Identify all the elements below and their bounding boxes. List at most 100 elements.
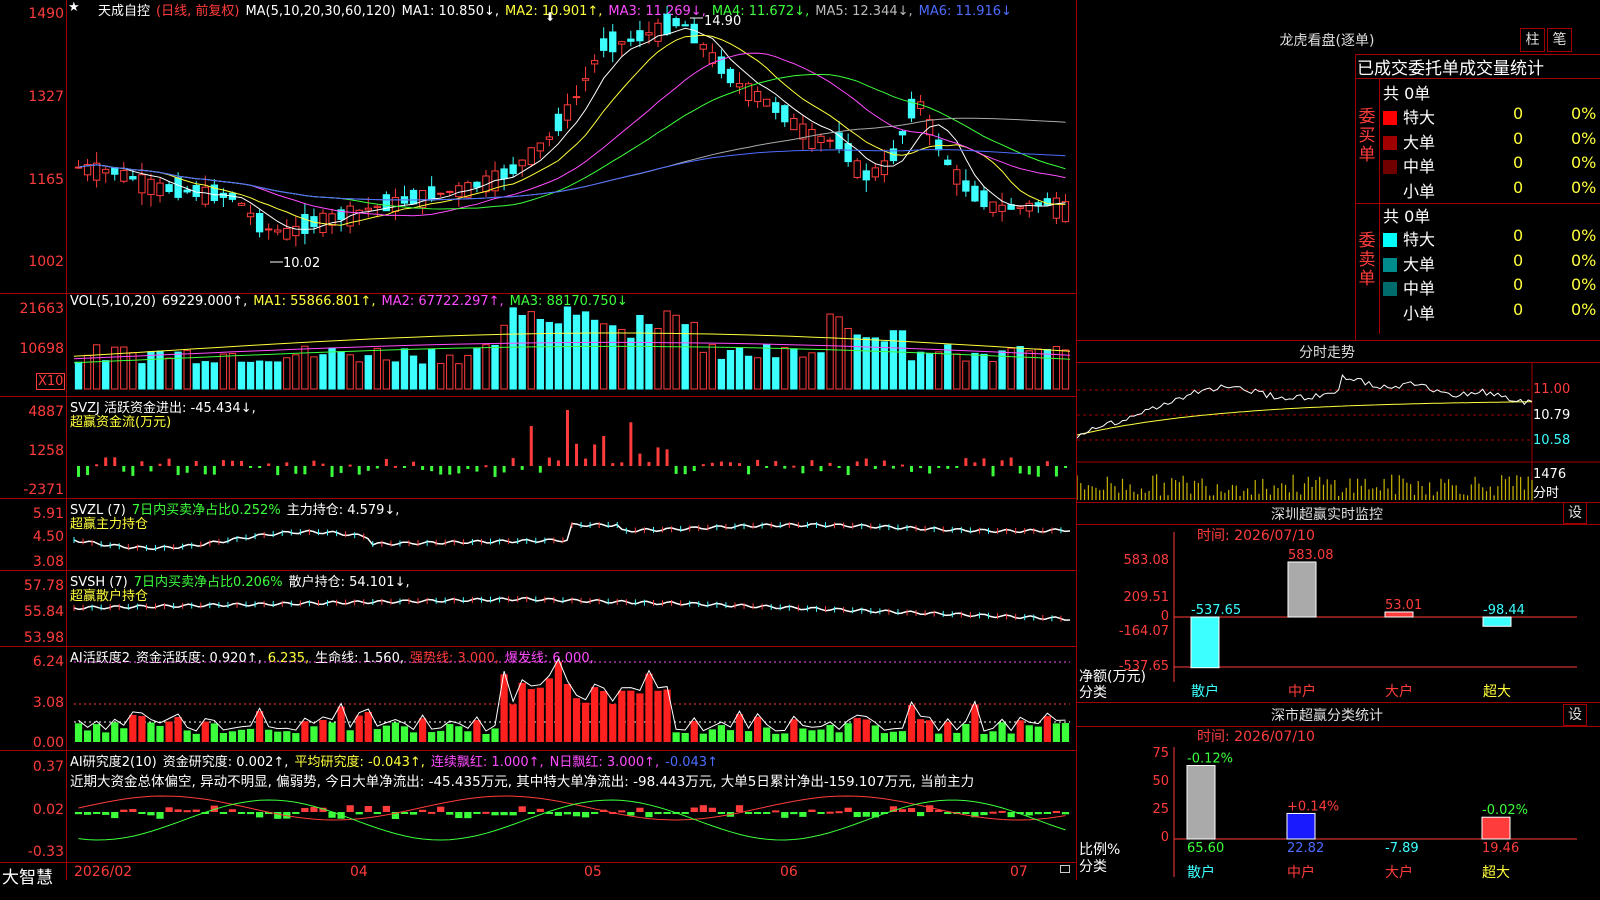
svzl-panel[interactable]: SVZL (7) 7日内买卖净占比0.252% 主力持仓: 4.579↓, 超赢主力… xyxy=(0,498,1076,570)
flow-bar xyxy=(402,466,406,468)
activity-bar xyxy=(192,733,200,742)
x-label: 2026/02 xyxy=(74,864,133,880)
volume-bar xyxy=(627,337,635,390)
volume-bar xyxy=(518,315,526,390)
bar-mode-button[interactable]: 柱 xyxy=(1520,28,1545,52)
order-stat-row: 特大 0 0% xyxy=(1383,226,1598,250)
flow-bar xyxy=(674,466,678,474)
research-bar xyxy=(418,809,427,812)
activity-bar xyxy=(255,711,264,742)
research-bar xyxy=(916,812,925,817)
candle-body xyxy=(446,190,454,193)
research-bar xyxy=(74,812,83,815)
price-line xyxy=(1077,374,1533,439)
kline-panel[interactable]: ★ 天成自控 (日线, 前复权) MA(5,10,20,30,60,120) MA1:… xyxy=(0,0,1076,293)
flow-bar xyxy=(1036,466,1040,477)
research-bar xyxy=(708,807,716,812)
flow-bar xyxy=(384,458,388,466)
activity-bar xyxy=(962,724,970,742)
activity-bar xyxy=(437,730,445,742)
svsh-panel[interactable]: SVSH (7) 7日内买卖净占比0.206% 散户持仓: 54.101↓, 超赢散… xyxy=(0,570,1076,646)
candle-body xyxy=(681,24,689,27)
research-bar xyxy=(781,812,789,818)
color-swatch-icon xyxy=(1383,111,1397,125)
volume-bar xyxy=(654,328,662,390)
flow-bar xyxy=(203,466,207,475)
candle-body xyxy=(808,128,816,149)
volume-bar xyxy=(717,358,726,390)
flow-bar xyxy=(249,466,253,468)
flow-bar xyxy=(1000,460,1004,466)
candle-body xyxy=(781,105,789,123)
flow-bar xyxy=(185,466,189,473)
volume-bar xyxy=(274,361,282,390)
ai-active-panel[interactable]: AI活跃度2 资金活跃度: 0.920↑, 6.235, 生命线: 1.560, 强势线… xyxy=(0,646,1076,751)
activity-bar xyxy=(391,722,400,742)
lock-icon[interactable] xyxy=(1060,865,1070,873)
flow-bar xyxy=(738,463,742,466)
volume-bar xyxy=(409,355,418,390)
trade-stat-header: 已成交委托单成交量统计 xyxy=(1357,59,1544,79)
research-bar xyxy=(373,812,381,814)
candle-body xyxy=(1052,197,1061,219)
activity-bar xyxy=(681,733,689,742)
candle-body xyxy=(627,38,635,42)
tick-mode-button[interactable]: 笔 xyxy=(1547,28,1572,52)
data-label: 19.46 xyxy=(1482,841,1519,856)
research-bar xyxy=(790,812,798,815)
order-percent: 0% xyxy=(1571,250,1597,270)
activity-bar xyxy=(364,711,372,742)
candle-body xyxy=(102,168,110,174)
flow-bar xyxy=(728,462,732,466)
volume-bar xyxy=(1043,349,1052,390)
ai-research-panel[interactable]: AI研究度2(10) 资金研究度: 0.002↑, 平均研究度: -0.043↑, 连… xyxy=(0,750,1076,862)
candle-body xyxy=(609,31,617,53)
brand-logo: 大智慧 xyxy=(2,868,53,888)
intraday-panel[interactable]: 分时走势 11.00 10.79 10.58 1476 分时 xyxy=(1077,340,1600,502)
activity-bar xyxy=(536,687,544,742)
volume-bar xyxy=(1052,346,1061,390)
volume-bar xyxy=(364,355,372,390)
data-label: -98.44 xyxy=(1483,603,1525,618)
sz-monitor-panel[interactable]: 深圳超赢实时监控 设 时间: 2026/07/10 583.08 209.51 … xyxy=(1077,502,1600,702)
research-bar xyxy=(246,812,255,815)
flow-bar xyxy=(375,466,379,469)
volume-bar xyxy=(255,360,264,390)
volume-bar xyxy=(545,321,554,390)
candle-body xyxy=(274,229,282,233)
volume-bar xyxy=(790,348,798,390)
activity-bar xyxy=(93,724,101,742)
volume-bar xyxy=(699,351,707,390)
activity-bar xyxy=(600,691,608,742)
activity-bar xyxy=(274,731,282,742)
activity-bar xyxy=(527,689,535,742)
svzj-chart xyxy=(77,410,1067,477)
volume-panel[interactable]: VOL(5,10,20) 69229.000↑, MA1: 55866.801↑, M… xyxy=(0,293,1076,396)
flow-bar xyxy=(792,465,796,468)
activity-bar xyxy=(880,733,889,742)
activity-bar xyxy=(998,722,1006,742)
research-bar xyxy=(1007,812,1015,818)
research-bar xyxy=(111,812,119,819)
activity-bar xyxy=(609,704,617,742)
svzj-panel[interactable]: SVZJ 活跃资金进出: -45.434↓, 超赢资金流(万元) 4887 12… xyxy=(0,396,1076,498)
order-count: 0 xyxy=(1513,226,1524,245)
flow-bar xyxy=(149,466,153,472)
order-size-label: 中单 xyxy=(1403,279,1436,298)
candle-body xyxy=(600,38,608,51)
candle-body xyxy=(473,181,481,188)
flow-bar xyxy=(1027,466,1031,475)
sz-class-panel[interactable]: 深市超赢分类统计 设 时间: 2026/07/10 75 50 25 0 比例%… xyxy=(1077,702,1600,900)
volume-bar xyxy=(925,353,934,390)
flow-bar xyxy=(982,458,986,466)
volume-bar xyxy=(935,351,943,390)
volume-bar xyxy=(753,357,762,390)
sz-monitor-chart: -537.65 散户 583.08 中户 53.01 大户 -98.44 超大 xyxy=(1173,532,1577,700)
volume-bar xyxy=(473,348,481,390)
flow-bar xyxy=(330,466,334,477)
data-label: -7.89 xyxy=(1385,841,1419,856)
candle-body xyxy=(1016,206,1024,209)
activity-bar xyxy=(862,719,870,742)
flow-bar xyxy=(466,466,470,470)
research-bar xyxy=(120,809,128,812)
